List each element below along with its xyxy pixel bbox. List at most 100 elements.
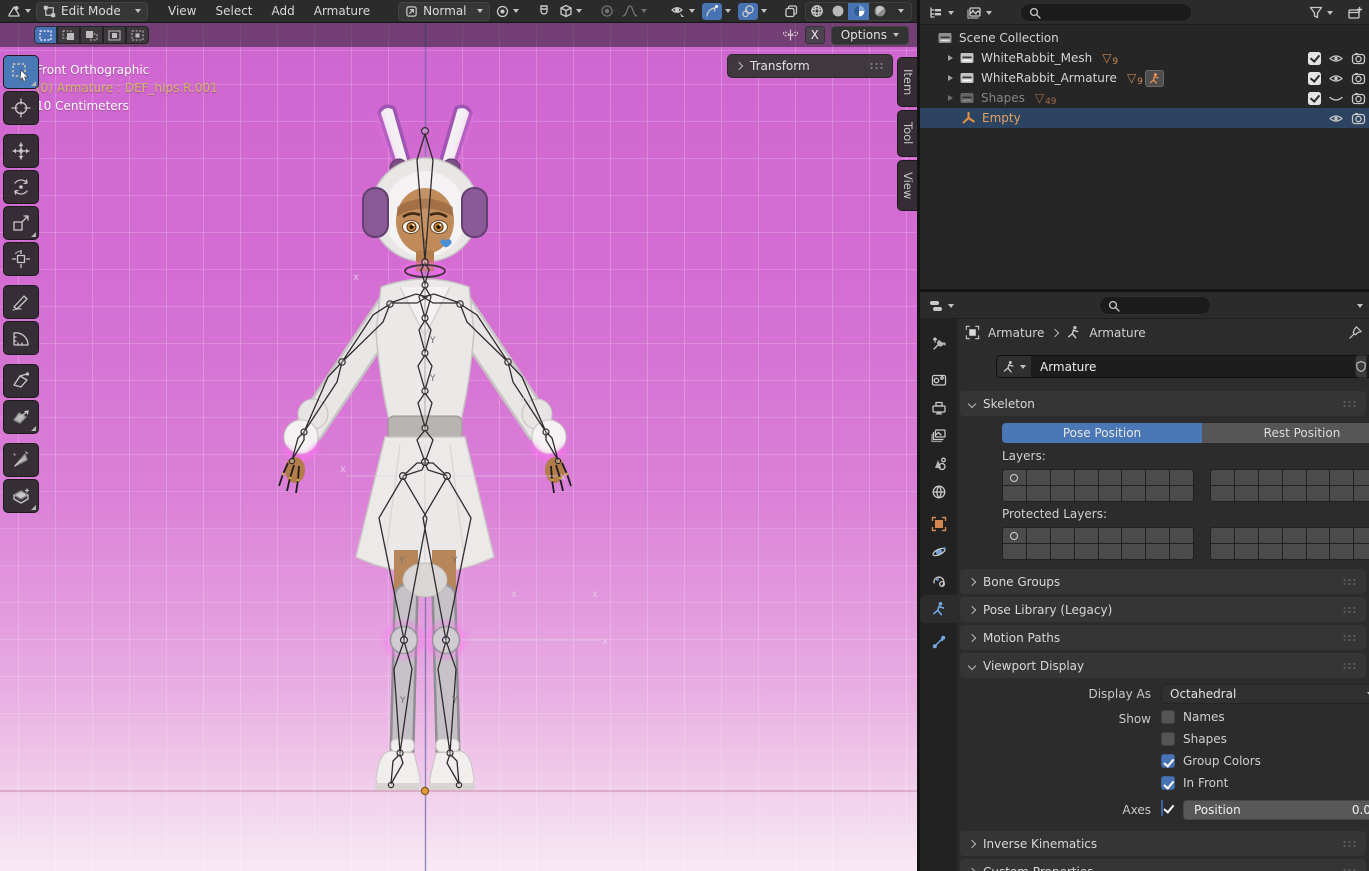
fake-user-shield-button[interactable]: [1355, 355, 1367, 378]
outliner-editor-type-button[interactable]: [928, 3, 954, 22]
menu-view[interactable]: View: [160, 2, 204, 21]
select-extend-button[interactable]: [57, 26, 80, 44]
exclude-checkbox[interactable]: [1308, 72, 1321, 85]
layer-cell[interactable]: [1354, 486, 1369, 501]
layer-cell[interactable]: [1051, 486, 1074, 501]
layer-cell[interactable]: [1259, 528, 1282, 543]
tab-scene[interactable]: [920, 451, 957, 477]
armature-layers-grid-right[interactable]: [1210, 469, 1369, 502]
armature-layers-grid-left[interactable]: [1002, 469, 1194, 502]
breadcrumb-object-label[interactable]: Armature: [988, 326, 1044, 340]
layer-cell[interactable]: [1051, 470, 1074, 485]
layer-cell[interactable]: [1259, 486, 1282, 501]
armature-name-value[interactable]: Armature: [1040, 360, 1096, 374]
layer-cell[interactable]: [1170, 544, 1193, 559]
layer-cell[interactable]: [1075, 544, 1098, 559]
panel-custom-properties-header[interactable]: Custom Properties: [960, 859, 1366, 871]
axes-position-slider[interactable]: Position 0.0: [1183, 800, 1369, 820]
layer-cell[interactable]: [1235, 528, 1258, 543]
axes-checkbox[interactable]: [1161, 800, 1163, 816]
layer-cell[interactable]: [1330, 528, 1353, 543]
layer-cell[interactable]: [1003, 486, 1026, 501]
drag-grip-icon[interactable]: [1342, 868, 1357, 871]
select-intersect-button[interactable]: [126, 26, 149, 44]
mirror-x-toggle[interactable]: X: [805, 26, 825, 44]
show-object-types-button[interactable]: [668, 2, 697, 21]
id-type-dropdown[interactable]: [997, 356, 1031, 377]
layer-cell[interactable]: [1307, 486, 1330, 501]
hide-eye-icon[interactable]: [1328, 72, 1344, 85]
outliner-search-field[interactable]: [1020, 3, 1192, 22]
snap-with-button[interactable]: [557, 2, 584, 21]
panel-bone-groups-header[interactable]: Bone Groups: [960, 569, 1366, 594]
pose-position-button[interactable]: Pose Position: [1002, 423, 1202, 443]
drag-grip-icon[interactable]: [869, 62, 884, 70]
disable-render-camera-icon[interactable]: [1351, 52, 1366, 65]
panel-viewport-display-header[interactable]: Viewport Display: [960, 653, 1366, 678]
panel-pose-library-header[interactable]: Pose Library (Legacy): [960, 597, 1366, 622]
layer-cell[interactable]: [1259, 470, 1282, 485]
layer-cell[interactable]: [1075, 486, 1098, 501]
active-armature-chip[interactable]: [1145, 70, 1164, 87]
pivot-point-button[interactable]: [493, 2, 521, 21]
outliner-row-shapes[interactable]: Shapes ▽49: [920, 88, 1369, 108]
tool-rotate[interactable]: [3, 170, 39, 204]
rest-position-button[interactable]: Rest Position: [1202, 423, 1369, 443]
layer-cell[interactable]: [1354, 470, 1369, 485]
layer-cell[interactable]: [1099, 486, 1122, 501]
layer-cell[interactable]: [1146, 486, 1169, 501]
layer-cell[interactable]: [1146, 528, 1169, 543]
object-origin-dot[interactable]: [421, 787, 428, 794]
tool-measure[interactable]: [3, 321, 39, 355]
layer-cell[interactable]: [1235, 486, 1258, 501]
breadcrumb-data-label[interactable]: Armature: [1089, 326, 1145, 340]
layer-cell[interactable]: [1146, 544, 1169, 559]
editor-type-button[interactable]: [5, 2, 33, 21]
layer-cell[interactable]: [1122, 470, 1145, 485]
layer-cell[interactable]: [1122, 486, 1145, 501]
tool-move[interactable]: [3, 134, 39, 168]
layer-cell[interactable]: [1170, 486, 1193, 501]
tab-bone[interactable]: [920, 629, 957, 655]
collection-label[interactable]: WhiteRabbit_Armature: [981, 71, 1117, 85]
tab-tool[interactable]: Tool: [897, 110, 917, 156]
layer-cell[interactable]: [1283, 528, 1306, 543]
tool-scale[interactable]: [3, 206, 39, 240]
proportional-editing-button[interactable]: [596, 2, 617, 21]
layer-cell[interactable]: [1211, 544, 1234, 559]
layer-cell[interactable]: [1235, 544, 1258, 559]
properties-editor-type-button[interactable]: [928, 296, 954, 315]
shading-wireframe-button[interactable]: [806, 3, 827, 20]
layer-cell[interactable]: [1051, 528, 1074, 543]
shading-material-button[interactable]: [848, 3, 869, 20]
tool-bone-envelope[interactable]: [3, 400, 39, 434]
layer-cell[interactable]: [1027, 544, 1050, 559]
layer-cell[interactable]: [1099, 528, 1122, 543]
tool-extrude-cursor[interactable]: [3, 479, 39, 513]
tool-roll[interactable]: [3, 364, 39, 398]
hide-eye-icon[interactable]: [1328, 112, 1344, 125]
outliner-display-mode-button[interactable]: [966, 3, 992, 22]
panel-motion-paths-header[interactable]: Motion Paths: [960, 625, 1366, 650]
expand-arrow-icon[interactable]: [948, 95, 953, 101]
layer-cell[interactable]: [1259, 544, 1282, 559]
layer-cell[interactable]: [1027, 528, 1050, 543]
select-subtract-button[interactable]: [80, 26, 103, 44]
layer-cell[interactable]: [1146, 470, 1169, 485]
viewport-3d[interactable]: YY YY YY xxx xxxx: [0, 23, 917, 871]
layer-cell[interactable]: [1330, 544, 1353, 559]
tool-select-box[interactable]: [3, 55, 39, 89]
layer-cell[interactable]: [1122, 528, 1145, 543]
layer-cell[interactable]: [1075, 470, 1098, 485]
layer-cell[interactable]: [1354, 528, 1369, 543]
new-collection-button[interactable]: [1347, 3, 1363, 22]
overlays-toggle[interactable]: [738, 3, 758, 20]
panel-inverse-kinematics-header[interactable]: Inverse Kinematics: [960, 831, 1366, 856]
layer-cell[interactable]: [1170, 470, 1193, 485]
menu-select[interactable]: Select: [207, 2, 260, 21]
outliner-filter-button[interactable]: [1309, 3, 1333, 22]
menu-armature[interactable]: Armature: [306, 2, 378, 21]
shading-rendered-button[interactable]: [869, 3, 890, 20]
tab-world[interactable]: [920, 479, 957, 505]
outliner-row-scene-collection[interactable]: Scene Collection: [920, 28, 1369, 48]
